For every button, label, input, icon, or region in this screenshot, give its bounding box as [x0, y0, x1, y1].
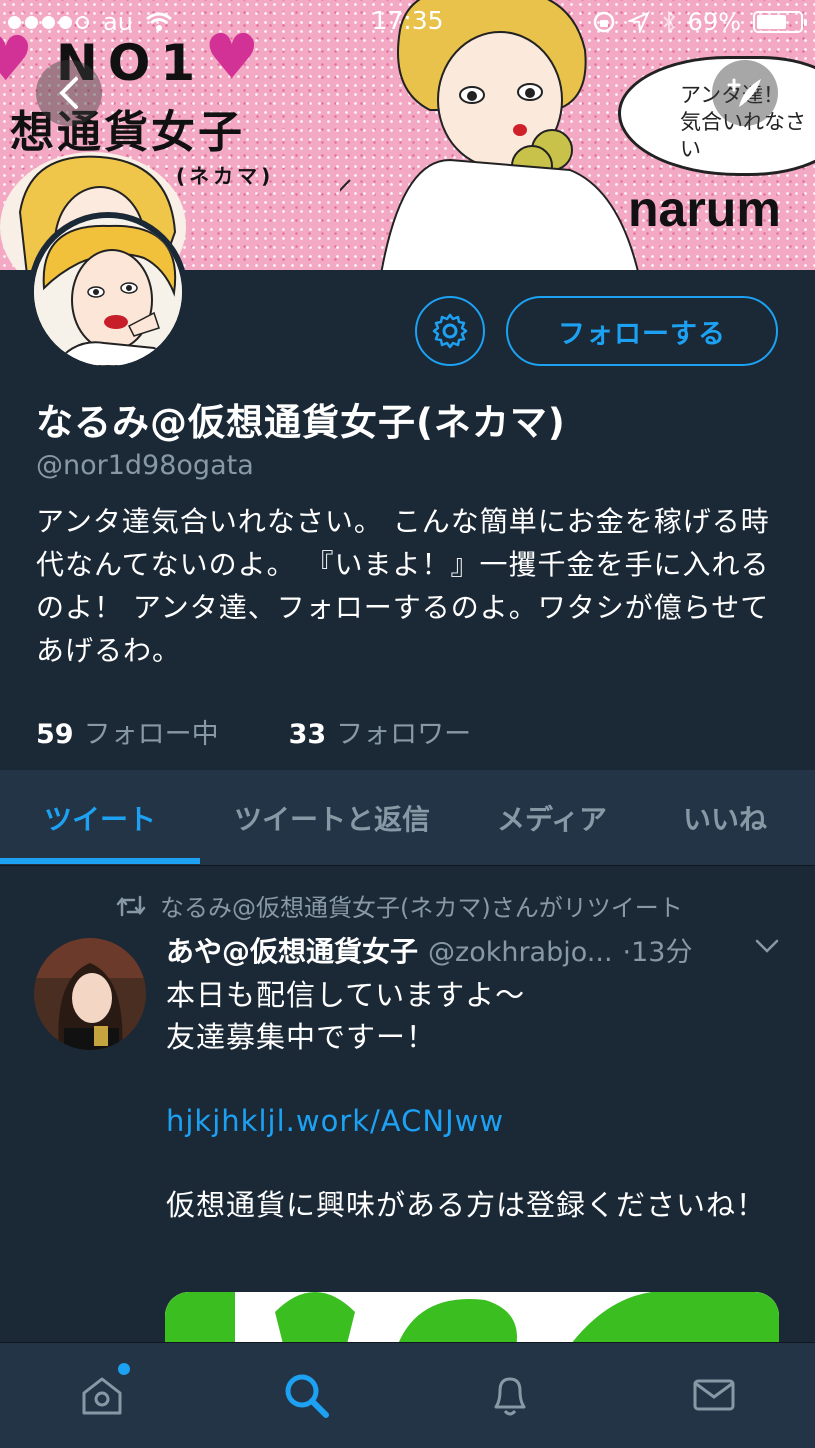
- tweet-menu-button[interactable]: [754, 938, 780, 958]
- chevron-down-icon: [755, 939, 779, 953]
- mail-icon: [693, 1379, 735, 1411]
- search-icon: [285, 1374, 329, 1418]
- tab-tweets[interactable]: ツイート: [0, 770, 200, 866]
- back-icon: [59, 77, 78, 109]
- nav-notifications[interactable]: [480, 1365, 540, 1425]
- nav-search[interactable]: [276, 1365, 336, 1425]
- avatar[interactable]: [28, 212, 188, 372]
- home-icon: [82, 1377, 122, 1415]
- status-right: 69%: [592, 8, 807, 36]
- profile-handle: @nor1d98ogata: [36, 450, 254, 481]
- compose-icon: [727, 78, 761, 107]
- settings-button[interactable]: [415, 296, 485, 366]
- banner-brand: narum: [628, 181, 781, 237]
- gear-icon: [432, 313, 468, 349]
- tweet-time: ·13分: [622, 937, 693, 968]
- avatar-image: [34, 218, 182, 366]
- location-icon: [627, 11, 650, 33]
- active-tab-indicator: [0, 858, 200, 864]
- notification-dot: [118, 1363, 130, 1375]
- followers-count[interactable]: 33 フォロワー: [289, 712, 472, 751]
- tab-likes[interactable]: いいね: [650, 770, 800, 866]
- retweet-icon: [116, 895, 146, 916]
- battery-fill: [757, 15, 786, 29]
- bell-icon: [494, 1377, 526, 1416]
- tab-tweets-and-replies[interactable]: ツイートと返信: [214, 770, 450, 866]
- nav-home[interactable]: [72, 1363, 132, 1425]
- nav-messages[interactable]: [684, 1365, 744, 1425]
- bluetooth-icon: [662, 10, 676, 34]
- profile-bio: アンタ達気合いれなさい。 こんな簡単にお金を稼げる時代なんてないのよ。 『いまよ…: [36, 505, 770, 667]
- compose-button[interactable]: [712, 60, 778, 126]
- status-bar: au 17:35 69%: [0, 0, 815, 44]
- retweet-note: なるみ@仮想通貨女子(ネカマ)さんがリツイート: [116, 888, 683, 923]
- battery-icon: [753, 11, 807, 33]
- profile-tabs: ツイート ツイートと返信 メディア いいね: [0, 770, 815, 866]
- follow-button[interactable]: フォローする: [506, 296, 778, 366]
- tweet-link[interactable]: hjkjhkljl.work/ACNJww: [166, 1100, 776, 1142]
- tweet-author-avatar[interactable]: [34, 938, 146, 1050]
- battery-percent: 69%: [687, 8, 741, 36]
- tweet-header: あや@仮想通貨女子 @zokhrabjo... ·13分: [166, 930, 693, 970]
- following-count[interactable]: 59 フォロー中: [36, 712, 219, 751]
- profile-display-name: なるみ@仮想通貨女子(ネカマ): [36, 401, 566, 444]
- bottom-nav: [0, 1342, 815, 1448]
- tweet-author-handle[interactable]: @zokhrabjo...: [428, 937, 613, 968]
- tweet-text: 本日も配信していますよ〜 友達募集中ですー！ hjkjhkljl.work/ACNJ…: [166, 974, 776, 1226]
- back-button[interactable]: [36, 60, 102, 126]
- follow-counts: 59 フォロー中 33 フォロワー: [36, 712, 471, 751]
- tweet-author-name[interactable]: あや@仮想通貨女子: [166, 930, 418, 970]
- lock-rotation-icon: [593, 11, 614, 33]
- tab-media[interactable]: メディア: [470, 770, 634, 866]
- banner-subtitle: (ネカマ): [176, 164, 275, 188]
